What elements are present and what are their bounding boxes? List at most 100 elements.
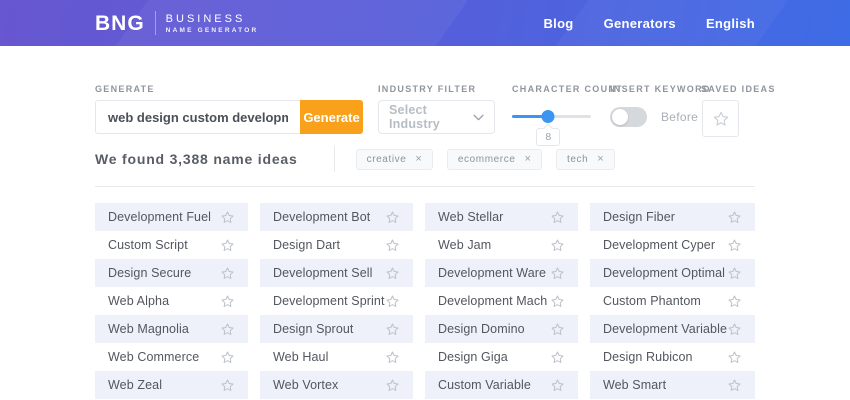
star-icon[interactable] (220, 210, 235, 225)
name-result-label: Web Alpha (108, 294, 169, 308)
star-icon[interactable] (727, 266, 742, 281)
name-result-label: Design Rubicon (603, 350, 693, 364)
nav-blog[interactable]: Blog (543, 16, 573, 31)
saved-ideas-button[interactable] (702, 100, 739, 137)
star-icon[interactable] (385, 210, 400, 225)
star-icon[interactable] (385, 266, 400, 281)
name-result-label: Web Haul (273, 350, 328, 364)
character-count-slider: 8 (512, 100, 591, 134)
remove-chip-icon[interactable]: × (597, 154, 603, 165)
name-result-item[interactable]: Custom Variable (425, 371, 578, 399)
name-result-label: Custom Variable (438, 378, 531, 392)
name-result-label: Development Fuel (108, 210, 211, 224)
star-icon[interactable] (385, 238, 400, 253)
star-icon[interactable] (385, 378, 400, 393)
name-result-item[interactable]: Design Giga (425, 343, 578, 371)
insert-keyword-toggle[interactable] (610, 107, 647, 127)
star-icon[interactable] (727, 378, 742, 393)
name-result-label: Design Fiber (603, 210, 675, 224)
results-grid: Development Fuel Custom Script Design Se… (95, 203, 755, 399)
star-icon (712, 110, 730, 128)
toggle-knob (612, 109, 628, 125)
name-result-label: Development Sprint (273, 294, 385, 308)
generate-button[interactable]: Generate (300, 100, 363, 134)
star-icon[interactable] (727, 350, 742, 365)
generate-label: GENERATE (95, 84, 155, 94)
name-result-item[interactable]: Development Fuel (95, 203, 248, 231)
name-result-label: Design Dart (273, 238, 340, 252)
star-icon[interactable] (385, 350, 400, 365)
name-result-item[interactable]: Design Secure (95, 259, 248, 287)
star-icon[interactable] (727, 322, 742, 337)
star-icon[interactable] (550, 238, 565, 253)
star-icon[interactable] (220, 378, 235, 393)
star-icon[interactable] (220, 266, 235, 281)
name-result-item[interactable]: Web Stellar (425, 203, 578, 231)
name-result-item[interactable]: Development Bot (260, 203, 413, 231)
star-icon[interactable] (550, 322, 565, 337)
slider-handle[interactable] (542, 110, 555, 123)
name-result-item[interactable]: Web Commerce (95, 343, 248, 371)
industry-select[interactable]: Select Industry (378, 100, 495, 134)
star-icon[interactable] (220, 322, 235, 337)
name-result-item[interactable]: Development Sprint (260, 287, 413, 315)
keyword-input[interactable] (95, 100, 300, 134)
name-result-item[interactable]: Design Domino (425, 315, 578, 343)
nav-generators[interactable]: Generators (604, 16, 676, 31)
name-result-item[interactable]: Web Alpha (95, 287, 248, 315)
name-result-item[interactable]: Web Smart (590, 371, 755, 399)
nav-english[interactable]: English (706, 16, 755, 31)
vertical-divider (334, 146, 335, 172)
star-icon[interactable] (220, 294, 235, 309)
star-icon[interactable] (550, 294, 565, 309)
remove-chip-icon[interactable]: × (525, 154, 531, 165)
insert-keyword-control: Before (610, 100, 698, 134)
star-icon[interactable] (727, 238, 742, 253)
name-result-item[interactable]: Web Haul (260, 343, 413, 371)
star-icon[interactable] (385, 322, 400, 337)
chip-ecommerce[interactable]: ecommerce × (447, 149, 542, 170)
results-column: Design Fiber Development Cyper Developme… (590, 203, 755, 399)
star-icon[interactable] (550, 378, 565, 393)
name-result-item[interactable]: Web Zeal (95, 371, 248, 399)
slider-track[interactable] (512, 115, 591, 118)
name-result-item[interactable]: Web Vortex (260, 371, 413, 399)
name-result-item[interactable]: Custom Phantom (590, 287, 755, 315)
name-result-item[interactable]: Development Optimal (590, 259, 755, 287)
name-result-item[interactable]: Design Fiber (590, 203, 755, 231)
star-icon[interactable] (220, 350, 235, 365)
name-result-item[interactable]: Web Jam (425, 231, 578, 259)
remove-chip-icon[interactable]: × (415, 154, 421, 165)
name-result-label: Development Sell (273, 266, 373, 280)
name-result-item[interactable]: Design Rubicon (590, 343, 755, 371)
name-result-item[interactable]: Development Mach (425, 287, 578, 315)
name-result-label: Web Jam (438, 238, 491, 252)
star-icon[interactable] (550, 350, 565, 365)
name-result-item[interactable]: Design Sprout (260, 315, 413, 343)
star-icon[interactable] (727, 294, 742, 309)
star-icon[interactable] (550, 266, 565, 281)
star-icon[interactable] (385, 294, 400, 309)
results-column: Development Bot Design Dart Development … (260, 203, 413, 399)
name-result-item[interactable]: Development Sell (260, 259, 413, 287)
star-icon[interactable] (727, 210, 742, 225)
logo-separator (155, 11, 156, 35)
chip-tech[interactable]: tech × (556, 149, 615, 170)
name-result-item[interactable]: Development Variable (590, 315, 755, 343)
name-result-label: Development Bot (273, 210, 370, 224)
name-result-item[interactable]: Web Magnolia (95, 315, 248, 343)
name-result-item[interactable]: Custom Script (95, 231, 248, 259)
saved-ideas-label: SAVED IDEAS (701, 84, 776, 94)
star-icon[interactable] (220, 238, 235, 253)
star-icon[interactable] (550, 210, 565, 225)
logo[interactable]: BNG BUSINESS NAME GENERATOR (95, 11, 258, 35)
chip-creative[interactable]: creative × (356, 149, 433, 170)
section-divider (95, 186, 755, 187)
name-result-item[interactable]: Development Cyper (590, 231, 755, 259)
name-result-item[interactable]: Design Dart (260, 231, 413, 259)
toggle-state-label: Before (661, 110, 698, 124)
name-result-item[interactable]: Development Ware (425, 259, 578, 287)
name-result-label: Custom Phantom (603, 294, 701, 308)
name-result-label: Design Domino (438, 322, 525, 336)
industry-select-value: Select Industry (389, 103, 473, 131)
